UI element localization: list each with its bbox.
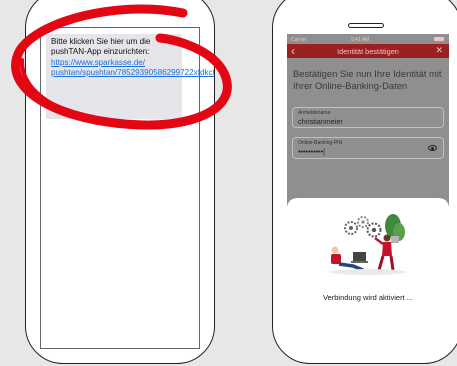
app-screen: Carrier 9:41 AM ‹ Identität bestätigen ✕… [287,34,449,349]
identity-heading: Bestätigen Sie nun Ihre Identität mit Ih… [293,68,442,91]
navigation-bar: ‹ Identität bestätigen ✕ [287,44,449,58]
carrier-label: Carrier [291,37,307,43]
page-title: Identität bestätigen [337,47,399,56]
pin-value: ••••••••••| [298,147,326,156]
status-time: 9:41 AM [351,37,370,43]
close-icon[interactable]: ✕ [435,45,443,56]
right-phone-frame: Carrier 9:41 AM ‹ Identität bestätigen ✕… [272,0,457,364]
phone-speaker-notch [348,23,384,28]
pin-field[interactable]: Online-Banking-PIN ••••••••••| [292,137,444,159]
username-label: Anmeldename [298,110,331,116]
username-field[interactable]: Anmeldename christianmeier [292,107,444,128]
sms-message-bubble: Bitte klicken Sie hier um die pushTAN-Ap… [46,34,214,119]
username-value: christianmeier [298,117,343,126]
connection-status-text: Verbindung wird aktiviert ... [322,293,414,302]
battery-icon [434,37,444,41]
people-with-gears-illustration [330,214,406,275]
pin-label: Online-Banking-PIN [298,140,343,146]
activation-bottom-sheet: Verbindung wird aktiviert ... [287,198,449,349]
eye-icon[interactable] [428,145,437,151]
status-bar: Carrier 9:41 AM [287,34,449,44]
left-phone-frame: Bitte klicken Sie hier um die pushTAN-Ap… [25,0,215,364]
message-text: Bitte klicken Sie hier um die pushTAN-Ap… [51,37,151,57]
